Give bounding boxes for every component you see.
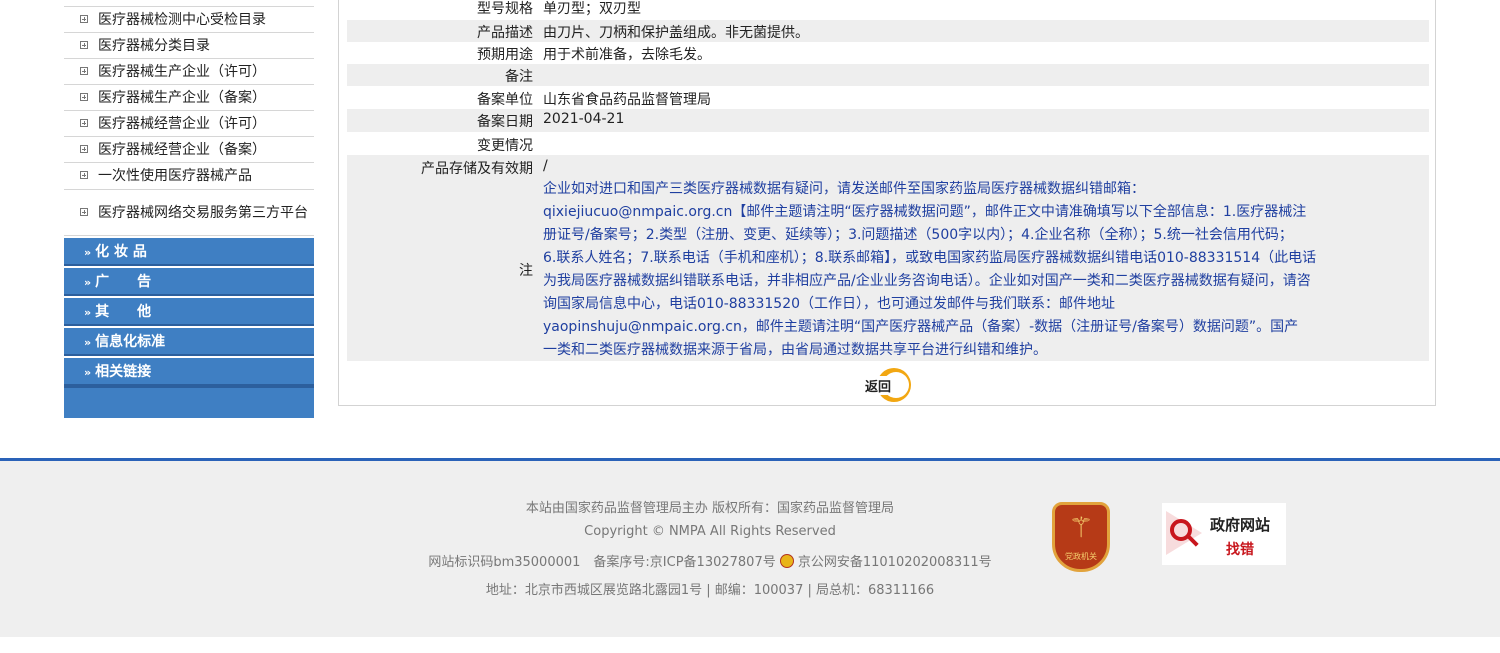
expand-icon	[80, 171, 88, 179]
sidebar-item-production-license[interactable]: 医疗器械生产企业（许可）	[64, 59, 314, 85]
sidebar: 医疗器械检测中心受检目录 医疗器械分类目录 医疗器械生产企业（许可） 医疗器械生…	[64, 0, 314, 418]
note-line: yaopinshuju@nmpaic.org.cn，邮件主题请注明“国产医疗器械…	[543, 319, 1299, 335]
field-label: 变更情况	[477, 138, 533, 154]
sidebar-category-other[interactable]: » 其 他	[64, 298, 314, 326]
sidebar-item-label: 医疗器械分类目录	[98, 37, 210, 54]
sidebar-item-production-filing[interactable]: 医疗器械生产企业（备案）	[64, 85, 314, 111]
category-label: 信息化标准	[95, 334, 166, 350]
return-button[interactable]: 返回	[863, 368, 915, 402]
field-value: /	[543, 158, 548, 174]
detail-panel: 型号规格 单刃型；双刃型 产品描述 由刀片、刀柄和保护盖组成。非无菌提供。 预期…	[338, 0, 1436, 406]
icp-record[interactable]: 网站标识码bm35000001 备案序号:京ICP备13027807号	[428, 555, 775, 570]
footer-address: 地址：北京市西城区展览路北露园1号 | 邮编：100037 | 局总机：6831…	[485, 583, 935, 598]
field-label: 产品描述	[477, 25, 533, 41]
sidebar-item-disposable[interactable]: 一次性使用医疗器械产品	[64, 163, 314, 190]
field-value: 2021-04-21	[543, 111, 625, 127]
sidebar-category-it-standards[interactable]: » 信息化标准	[64, 328, 314, 356]
field-label: 型号规格	[477, 1, 533, 17]
sidebar-item-operation-license[interactable]: 医疗器械经营企业（许可）	[64, 111, 314, 137]
note-line: qixiejiucuo@nmpaic.org.cn【邮件主题请注明“医疗器械数据…	[543, 204, 1307, 220]
emblem-icon: ⚚	[1068, 511, 1094, 544]
expand-icon	[80, 14, 88, 23]
police-badge-icon	[779, 554, 794, 568]
sidebar-item-online-trading[interactable]: 医疗器械网络交易服务第三方平台	[64, 190, 314, 236]
expand-icon	[80, 40, 88, 49]
detail-row-storage-and-note: 产品存储及有效期 / 注 企业如对进口和国产三类医疗器械数据有疑问，请发送邮件至…	[347, 155, 1429, 361]
gov-site-error-report[interactable]: 政府网站 找错	[1162, 503, 1286, 565]
expand-icon	[80, 144, 88, 153]
note-line: 为我局医疗器械数据纠错联系电话，并非相应产品/企业业务咨询电话）。企业如对国产一…	[543, 273, 1311, 289]
expand-icon	[80, 92, 88, 101]
note-text: 企业如对进口和国产三类医疗器械数据有疑问，请发送邮件至国家药监局医疗器械数据纠错…	[543, 178, 1427, 362]
detail-row-remarks: 备注	[347, 64, 1429, 86]
sidebar-item-partial[interactable]	[64, 0, 314, 7]
note-line: 6.联系人姓名；7.联系电话（手机和座机）；8.联系邮箱】，或致电国家药监局医疗…	[543, 250, 1317, 266]
sidebar-item-label: 医疗器械经营企业（许可）	[98, 115, 266, 132]
field-value: 由刀片、刀柄和保护盖组成。非无菌提供。	[543, 25, 809, 41]
sidebar-bottom-bar	[64, 386, 314, 418]
detail-row-filing-unit: 备案单位 山东省食品药品监督管理局	[347, 86, 1429, 109]
detail-row-filing-date: 备案日期 2021-04-21	[347, 109, 1429, 132]
field-value: 单刃型；双刃型	[543, 1, 641, 17]
note-line: 询国家局信息中心，电话010-88331520（工作日），也可通过发邮件与我们联…	[543, 296, 1116, 312]
note-label: 注	[519, 263, 533, 279]
sidebar-item-label: 医疗器械网络交易服务第三方平台	[98, 204, 308, 221]
sidebar-item-label: 医疗器械生产企业（许可）	[98, 63, 266, 80]
sidebar-item-label: 医疗器械经营企业（备案）	[98, 141, 266, 158]
return-label: 返回	[863, 376, 894, 395]
expand-icon	[80, 207, 88, 216]
category-label: 化 妆 品	[95, 244, 147, 260]
badge-subtitle: 找错	[1226, 542, 1254, 558]
sidebar-item-label: 医疗器械检测中心受检目录	[98, 11, 266, 28]
expand-icon	[80, 66, 88, 75]
double-arrow-icon: »	[84, 246, 92, 259]
expand-icon	[80, 118, 88, 127]
sidebar-item-label: 医疗器械生产企业（备案）	[98, 89, 266, 106]
note-line: 册证号/备案号；2.类型（注册、变更、延续等）；3.问题描述（500字以内）；4…	[543, 227, 1293, 243]
field-label: 备案日期	[477, 114, 533, 130]
double-arrow-icon: »	[84, 336, 92, 349]
detail-row-intended-use: 预期用途 用于术前准备，去除毛发。	[347, 42, 1429, 64]
sidebar-item-testing-catalog[interactable]: 医疗器械检测中心受检目录	[64, 7, 314, 33]
field-label: 产品存储及有效期	[421, 161, 533, 177]
category-label: 广 告	[95, 274, 152, 290]
double-arrow-icon: »	[84, 306, 92, 319]
sidebar-item-operation-filing[interactable]: 医疗器械经营企业（备案）	[64, 137, 314, 163]
page-bottom-strip	[0, 637, 1500, 653]
category-label: 相关链接	[95, 364, 152, 380]
field-label: 预期用途	[477, 47, 533, 63]
double-arrow-icon: »	[84, 366, 92, 379]
field-value: 用于术前准备，去除毛发。	[543, 47, 711, 63]
sidebar-category-ads[interactable]: » 广 告	[64, 268, 314, 296]
double-arrow-icon: »	[84, 276, 92, 289]
category-label: 其 他	[95, 304, 152, 320]
detail-row-model: 型号规格 单刃型；双刃型	[347, 0, 1429, 20]
field-value: 山东省食品药品监督管理局	[543, 92, 711, 108]
badge-caption: 党政机关	[1065, 552, 1097, 561]
sidebar-item-classification[interactable]: 医疗器械分类目录	[64, 33, 314, 59]
sidebar-category-links[interactable]: » 相关链接	[64, 358, 314, 386]
field-label: 备注	[505, 69, 533, 85]
detail-row-description: 产品描述 由刀片、刀柄和保护盖组成。非无菌提供。	[347, 20, 1429, 42]
party-govt-badge[interactable]: ⚚ 党政机关	[1052, 502, 1110, 572]
field-label: 备案单位	[477, 92, 533, 108]
note-line: 企业如对进口和国产三类医疗器械数据有疑问，请发送邮件至国家药监局医疗器械数据纠错…	[543, 181, 1145, 197]
badge-title: 政府网站	[1210, 516, 1271, 534]
sidebar-item-label: 一次性使用医疗器械产品	[98, 168, 252, 184]
note-line: 一类和二类医疗器械数据来源于省局，由省局通过数据共享平台进行纠错和维护。	[543, 342, 1047, 358]
detail-row-changes: 变更情况	[347, 132, 1429, 155]
public-security-record[interactable]: 京公网安备11010202008311号	[798, 555, 992, 570]
sidebar-category-cosmetics[interactable]: » 化 妆 品	[64, 238, 314, 266]
